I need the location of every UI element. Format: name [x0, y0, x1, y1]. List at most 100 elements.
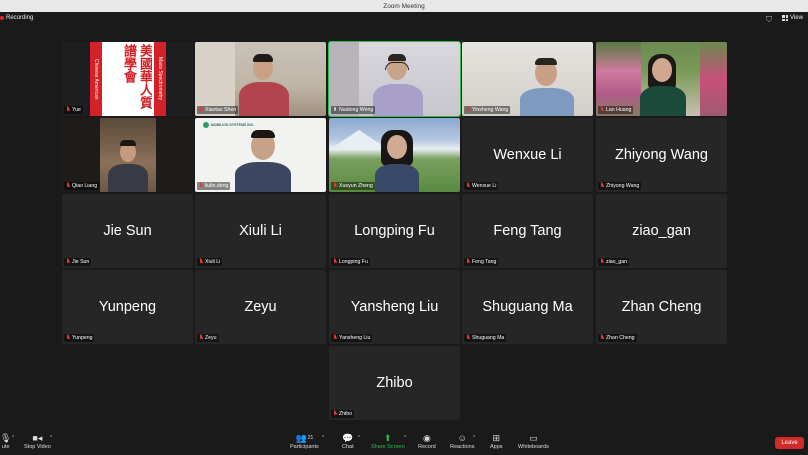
participant-display-name: Longping Fu: [354, 223, 435, 239]
record-button[interactable]: ◉ Record: [418, 433, 436, 450]
participant-name: Zhiyong Wang: [606, 183, 640, 189]
participant-label: Qiao Liang: [64, 182, 100, 190]
participant-label: Yue: [64, 106, 83, 114]
video-tile-wenxue-li[interactable]: Wenxue Li Wenxue Li: [462, 118, 593, 192]
participant-name: Xiuli Li: [205, 259, 221, 265]
participant-label: Jie Sun: [64, 258, 92, 266]
participants-button[interactable]: 👥 21 Participants: [290, 433, 319, 450]
chevron-up-icon[interactable]: ^: [473, 435, 475, 441]
slide-logo-text: MOBILION SYSTEMS INC.: [211, 123, 255, 127]
video-camera-icon: ■◂: [32, 433, 43, 443]
participant-video: [462, 42, 593, 116]
participant-video: [329, 42, 460, 116]
meeting-controls-toolbar: 🎙 ute ^ ■◂ Stop Video ^ 👥 21 Participants…: [0, 431, 808, 455]
mic-muted-icon: [199, 107, 203, 113]
participant-label: Lan Huang: [598, 106, 634, 114]
share-screen-icon: ⬆: [384, 433, 392, 443]
chevron-up-icon[interactable]: ^: [404, 435, 406, 441]
participant-name: Qiao Liang: [72, 183, 98, 189]
leave-label: Leave: [781, 440, 798, 446]
participant-name: Shuguang Ma: [472, 335, 505, 341]
participant-name: Wenxue Li: [472, 183, 497, 189]
participant-label: Wenxue Li: [464, 182, 499, 190]
participant-label: Zhiyong Wang: [598, 182, 642, 190]
video-tile-zhibo[interactable]: Zhibo Zhibo: [329, 346, 460, 420]
participant-name: ziao_gan: [606, 259, 628, 265]
apps-button[interactable]: ⊞ Apps: [490, 433, 503, 450]
participant-label: Yunpeng: [64, 334, 95, 342]
mic-muted-icon: [466, 259, 470, 265]
participant-name: Naidong Weng: [339, 107, 374, 113]
participant-display-name: ziao_gan: [632, 223, 691, 239]
video-tile-feng-tang[interactable]: Feng Tang Feng Tang: [462, 194, 593, 268]
participant-label: Zeyu: [197, 334, 219, 342]
video-tile-jie-sun[interactable]: Jie Sun Jie Sun: [62, 194, 193, 268]
participant-name: Longping Fu: [339, 259, 368, 265]
mic-muted-icon: [66, 259, 70, 265]
participant-name: Zeyu: [205, 335, 217, 341]
video-tile-zeyu[interactable]: Zeyu Zeyu: [195, 270, 326, 344]
video-tile-yue[interactable]: Chinese American Mass Spectrometry 美國華人質…: [62, 42, 193, 116]
participant-label: Longping Fu: [331, 258, 370, 266]
reactions-button[interactable]: ☺ Reactions: [450, 433, 474, 450]
video-tile-ziao-gan[interactable]: ziao_gan ziao_gan: [596, 194, 727, 268]
participant-display-name: Jie Sun: [103, 223, 152, 239]
participant-name: Xueyun Zheng: [339, 183, 373, 189]
share-screen-button[interactable]: ⬆ Share Screen: [371, 433, 405, 450]
video-tile-liulin-deng[interactable]: MOBILION SYSTEMS INC. liulin.deng: [195, 118, 326, 192]
participant-display-name: Zeyu: [244, 299, 277, 315]
participant-label: Zhibo: [331, 410, 354, 418]
participant-label: Xiaotao Shen: [197, 106, 239, 114]
video-tile-shuguang-ma[interactable]: Shuguang Ma Shuguang Ma: [462, 270, 593, 344]
mic-muted-icon: [466, 335, 470, 341]
participant-label: ziao_gan: [598, 258, 630, 266]
video-tile-zhan-cheng[interactable]: Zhan Cheng Zhan Cheng: [596, 270, 727, 344]
participant-name: Feng Tang: [472, 259, 497, 265]
participant-display-name: Yansheng Liu: [350, 299, 439, 315]
video-tile-lan-huang[interactable]: Lan Huang: [596, 42, 727, 116]
participant-display-name: Zhiyong Wang: [615, 147, 708, 163]
mute-button[interactable]: 🎙 ute: [0, 433, 11, 450]
participant-label: Yansheng Liu: [331, 334, 373, 342]
chevron-up-icon[interactable]: ^: [322, 435, 324, 441]
chevron-up-icon[interactable]: ^: [358, 435, 360, 441]
video-tile-yunpeng[interactable]: Yunpeng Yunpeng: [62, 270, 193, 344]
mic-muted-icon: [66, 107, 70, 113]
video-tile-longping-fu[interactable]: Longping Fu Longping Fu: [329, 194, 460, 268]
chat-button[interactable]: 💬 Chat: [342, 433, 354, 450]
chat-bubble-icon: 💬: [342, 433, 354, 443]
video-tile-naidong-weng[interactable]: Naidong Weng: [328, 41, 461, 117]
mic-muted-icon: [199, 183, 203, 189]
participant-video: [596, 42, 727, 116]
video-tile-xueyun-zheng[interactable]: Xueyun Zheng: [329, 118, 460, 192]
video-tile-yansheng-liu[interactable]: Yansheng Liu Yansheng Liu: [329, 270, 460, 344]
mic-muted-icon: [600, 107, 604, 113]
video-tile-yinsheng-wang[interactable]: Yinsheng Wang: [462, 42, 593, 116]
video-tile-xiuli-li[interactable]: Xiuli Li Xiuli Li: [195, 194, 326, 268]
mute-label: ute: [1, 444, 10, 450]
stop-video-button[interactable]: ■◂ Stop Video: [24, 433, 51, 450]
logo-chinese-text: 美國華人質譜學會: [121, 44, 152, 109]
video-tile-xiaotao-shen[interactable]: Xiaotao Shen: [195, 42, 326, 116]
chevron-up-icon[interactable]: ^: [12, 435, 14, 441]
video-tile-zhiyong-wang[interactable]: Zhiyong Wang Zhiyong Wang: [596, 118, 727, 192]
video-tile-qiao-liang[interactable]: Qiao Liang: [62, 118, 193, 192]
participant-name: Yansheng Liu: [339, 335, 371, 341]
participant-name: Yinsheng Wang: [472, 107, 509, 113]
participant-name: Xiaotao Shen: [205, 107, 237, 113]
participant-label: Naidong Weng: [331, 106, 376, 114]
participant-display-name: Shuguang Ma: [482, 299, 573, 315]
participant-name: Lan Huang: [606, 107, 632, 113]
participant-label: Yinsheng Wang: [464, 106, 511, 114]
record-icon: ◉: [422, 433, 431, 443]
participant-display-name: Xiuli Li: [239, 223, 282, 239]
leave-button[interactable]: Leave: [775, 437, 804, 449]
gallery-view: Chinese American Mass Spectrometry 美國華人質…: [0, 0, 808, 455]
mic-muted-icon: [600, 335, 604, 341]
participant-name: Zhan Cheng: [606, 335, 635, 341]
participant-name: Yue: [72, 107, 81, 113]
apps-label: Apps: [490, 444, 503, 450]
mic-muted-icon: [466, 183, 470, 189]
chevron-up-icon[interactable]: ^: [50, 435, 52, 441]
whiteboards-button[interactable]: ▭ Whiteboards: [518, 433, 549, 450]
